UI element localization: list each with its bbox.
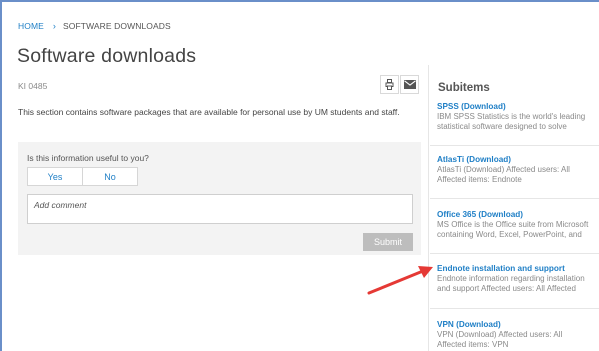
subitem-description: AtlasTi (Download) Affected users: All [437,165,570,174]
subitem-description: Endnote information regarding installati… [437,274,585,283]
comment-field[interactable] [27,194,413,224]
subitem-title[interactable]: Endnote installation and support [437,264,599,274]
subitem-description: Affected items: Endnote [437,174,522,184]
breadcrumb-separator: › [52,21,57,31]
subitem-description: MS Office is the Office suite from Micro… [437,220,589,229]
subitem-endnote[interactable]: Endnote installation and support Endnote… [437,264,599,293]
subitem-separator [430,145,599,146]
feedback-panel: Is this information useful to you? Yes N… [18,142,421,255]
no-button[interactable]: No [83,168,137,185]
yes-no-toggle: Yes No [27,167,138,186]
subitem-description: IBM SPSS Statistics is the world's leadi… [437,112,586,121]
subitem-title[interactable]: VPN (Download) [437,320,599,330]
subitem-separator [430,308,599,309]
yes-button[interactable]: Yes [28,168,82,185]
print-icon [385,79,394,90]
subitem-separator [430,198,599,199]
breadcrumb-current: SOFTWARE DOWNLOADS [63,21,171,31]
subitem-description: VPN (Download) Affected users: All [437,330,563,339]
subitem-description: Affected items: VPN [437,339,509,349]
subitem-description: containing Word, Excel, PowerPoint, and [437,229,582,239]
sidebar-divider [428,65,429,351]
subitem-description: and support Affected users: All Affected [437,283,576,293]
subitem-title[interactable]: AtlasTi (Download) [437,155,599,165]
mail-icon [403,80,416,89]
print-button[interactable] [380,75,399,94]
subitem-description: statistical software designed to solve [437,121,567,131]
subitem-office-365[interactable]: Office 365 (Download) MS Office is the O… [437,210,599,239]
ki-number: KI 0485 [18,81,48,91]
annotation-arrow-icon [367,266,433,295]
breadcrumb-home-link[interactable]: HOME [18,21,44,31]
subitem-vpn[interactable]: VPN (Download) VPN (Download) Affected u… [437,320,599,349]
breadcrumb: HOME › SOFTWARE DOWNLOADS [18,21,171,31]
page-description: This section contains software packages … [18,107,400,117]
subitem-separator [430,253,599,254]
subitem-atlasti[interactable]: AtlasTi (Download) AtlasTi (Download) Af… [437,155,599,184]
feedback-question: Is this information useful to you? [27,153,149,163]
subitem-spss[interactable]: SPSS (Download) IBM SPSS Statistics is t… [437,102,599,131]
subitem-title[interactable]: Office 365 (Download) [437,210,599,220]
subitem-title[interactable]: SPSS (Download) [437,102,599,112]
subitems-heading: Subitems [438,82,490,94]
mail-button[interactable] [400,75,419,94]
page-title: Software downloads [17,45,197,67]
submit-button[interactable]: Submit [363,233,413,251]
